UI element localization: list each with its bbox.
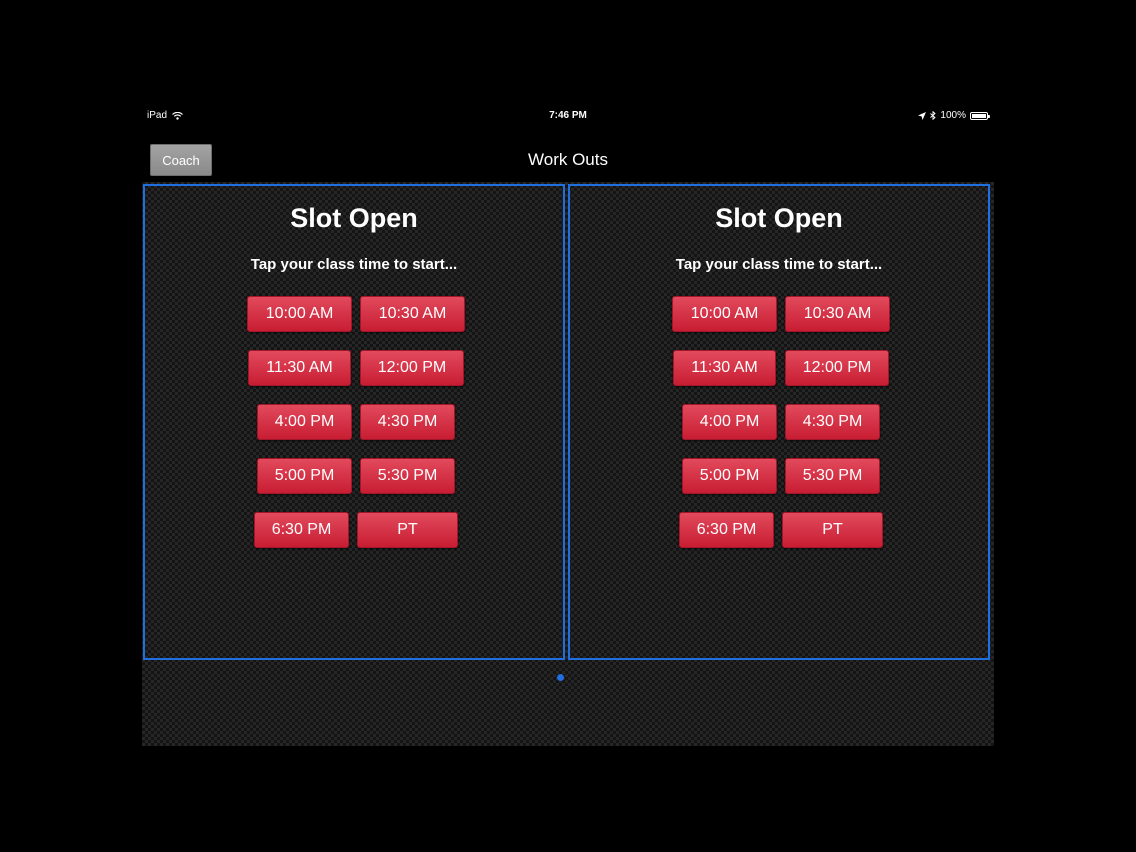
pt-button[interactable]: PT xyxy=(357,512,458,548)
location-arrow-icon xyxy=(918,111,927,120)
time-button-10-00-am[interactable]: 10:00 AM xyxy=(247,296,352,332)
time-button-5-30-pm[interactable]: 5:30 PM xyxy=(785,458,880,494)
time-button-11-30-am[interactable]: 11:30 AM xyxy=(673,350,776,386)
time-button-5-00-pm[interactable]: 5:00 PM xyxy=(257,458,352,494)
time-button-6-30-pm[interactable]: 6:30 PM xyxy=(254,512,349,548)
status-right: 100% xyxy=(918,110,990,121)
ipad-screen: iPad 7:46 PM 100% Coach Work Outs Slot O… xyxy=(142,100,994,746)
time-button-11-30-am[interactable]: 11:30 AM xyxy=(248,350,351,386)
navigation-bar: Coach Work Outs xyxy=(142,138,994,182)
time-button-12-00-pm[interactable]: 12:00 PM xyxy=(785,350,889,386)
time-button-4-30-pm[interactable]: 4:30 PM xyxy=(360,404,455,440)
battery-percent: 100% xyxy=(940,110,966,121)
page-title: Work Outs xyxy=(528,150,608,169)
slot-instructions: Tap your class time to start... xyxy=(675,256,883,273)
time-button-10-30-am[interactable]: 10:30 AM xyxy=(785,296,890,332)
time-button-5-00-pm[interactable]: 5:00 PM xyxy=(682,458,777,494)
time-button-12-00-pm[interactable]: 12:00 PM xyxy=(360,350,464,386)
time-button-6-30-pm[interactable]: 6:30 PM xyxy=(679,512,774,548)
battery-fill xyxy=(972,113,986,118)
page-indicator-dot[interactable] xyxy=(557,674,564,681)
bluetooth-icon xyxy=(930,111,937,120)
time-button-4-00-pm[interactable]: 4:00 PM xyxy=(682,404,777,440)
slot-title: Slot Open xyxy=(290,203,418,233)
status-time: 7:46 PM xyxy=(549,110,587,121)
pt-button[interactable]: PT xyxy=(782,512,883,548)
workout-content: Slot Open Tap your class time to start..… xyxy=(142,182,994,746)
time-button-4-00-pm[interactable]: 4:00 PM xyxy=(257,404,352,440)
time-button-10-00-am[interactable]: 10:00 AM xyxy=(672,296,777,332)
time-button-4-30-pm[interactable]: 4:30 PM xyxy=(785,404,880,440)
time-button-10-30-am[interactable]: 10:30 AM xyxy=(360,296,465,332)
time-button-5-30-pm[interactable]: 5:30 PM xyxy=(360,458,455,494)
status-bar: iPad 7:46 PM 100% xyxy=(142,100,994,130)
battery-icon xyxy=(970,111,990,120)
slot-title: Slot Open xyxy=(715,203,843,233)
slot-instructions: Tap your class time to start... xyxy=(250,256,458,273)
slot-panel-right: Slot Open Tap your class time to start..… xyxy=(568,184,990,660)
slot-panel-left: Slot Open Tap your class time to start..… xyxy=(143,184,565,660)
